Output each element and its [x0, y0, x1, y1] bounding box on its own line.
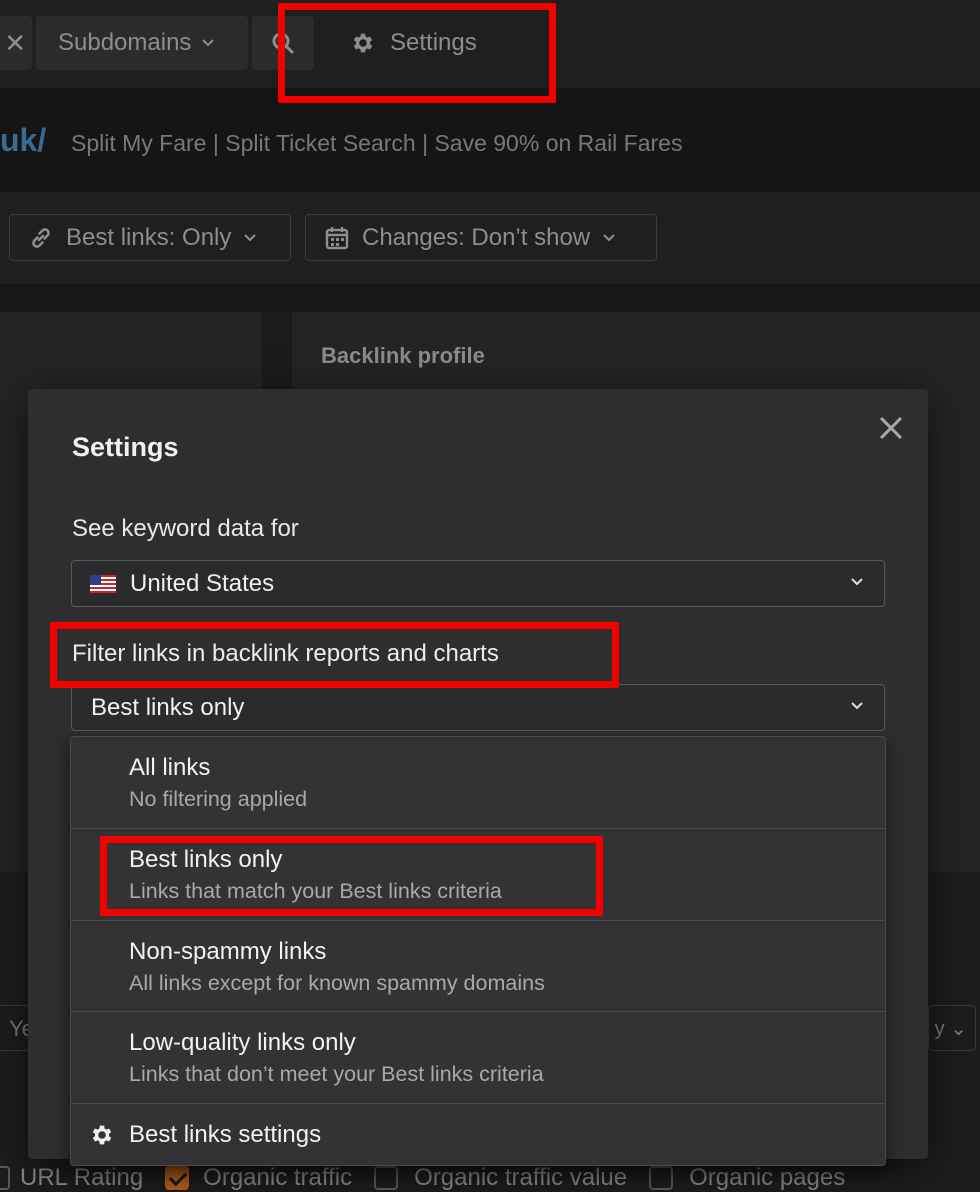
filter-links-select[interactable]: Best links only	[71, 684, 885, 731]
country-value: United States	[130, 569, 275, 597]
option-description: All links except for known spammy domain…	[129, 971, 545, 995]
option-description: Links that don’t meet your Best links cr…	[129, 1062, 544, 1086]
us-flag-icon	[90, 574, 116, 593]
option-title: All links	[129, 754, 211, 781]
highlight-filter-label	[50, 622, 619, 688]
filter-links-value: Best links only	[91, 693, 245, 721]
chart-options-dropdown[interactable]: y ⌄	[928, 1005, 976, 1051]
organic-traffic-value-label: Organic traffic value	[414, 1164, 628, 1191]
organic-traffic-label: Organic traffic	[203, 1164, 353, 1191]
option-all-links[interactable]: All links No filtering applied	[71, 737, 885, 829]
best-links-settings-label: Best links settings	[129, 1121, 322, 1148]
modal-title: Settings	[72, 432, 179, 462]
chevron-down-icon	[603, 233, 615, 241]
close-icon: ✕	[4, 27, 26, 58]
subdomains-label: Subdomains	[58, 29, 192, 56]
option-title: Non-spammy links	[129, 938, 327, 965]
keyword-data-label: See keyword data for	[72, 515, 299, 542]
option-title: Low-quality links only	[129, 1029, 356, 1056]
organic-pages-label: Organic pages	[689, 1164, 846, 1191]
subdomains-dropdown[interactable]: Subdomains	[36, 16, 248, 70]
calendar-icon	[325, 226, 349, 249]
chevron-down-icon	[851, 578, 863, 586]
page-title: Split My Fare | Split Ticket Search | Sa…	[71, 130, 683, 156]
modal-close-button[interactable]	[876, 413, 906, 443]
changes-filter-label: Changes: Don’t show	[362, 223, 591, 251]
highlight-best-links-option	[100, 836, 603, 916]
organic-pages-checkbox[interactable]	[649, 1166, 674, 1190]
best-links-filter[interactable]: Best links: Only	[9, 214, 291, 261]
highlight-settings-button	[278, 3, 556, 103]
url-rating-checkbox[interactable]	[0, 1166, 10, 1190]
best-links-filter-label: Best links: Only	[66, 223, 232, 251]
chevron-down-icon	[202, 39, 215, 47]
option-low-quality-links[interactable]: Low-quality links only Links that don’t …	[71, 1012, 885, 1104]
chevron-down-icon	[851, 702, 863, 710]
best-links-settings-link[interactable]: Best links settings	[71, 1104, 885, 1166]
close-icon	[879, 416, 903, 440]
url-rating-label: URL Rating	[20, 1164, 144, 1191]
backlink-profile-title: Backlink profile	[321, 343, 485, 368]
country-select[interactable]: United States	[71, 560, 885, 607]
gear-icon	[92, 1125, 112, 1145]
metric-checkbox-row: URL Rating Organic traffic Organic traff…	[0, 1164, 980, 1192]
option-non-spammy-links[interactable]: Non-spammy links All links except for kn…	[71, 921, 885, 1012]
organic-traffic-checkbox[interactable]	[165, 1166, 190, 1190]
filter-links-dropdown-menu: All links No filtering applied Best link…	[70, 736, 886, 1166]
option-description: No filtering applied	[129, 787, 308, 811]
section-divider	[0, 284, 980, 312]
close-button[interactable]: ✕	[0, 16, 32, 70]
link-icon	[32, 227, 50, 248]
target-url[interactable]: uk/	[0, 122, 46, 159]
chevron-down-icon	[244, 233, 257, 241]
changes-filter[interactable]: Changes: Don’t show	[305, 214, 657, 261]
organic-traffic-value-checkbox[interactable]	[374, 1166, 399, 1190]
